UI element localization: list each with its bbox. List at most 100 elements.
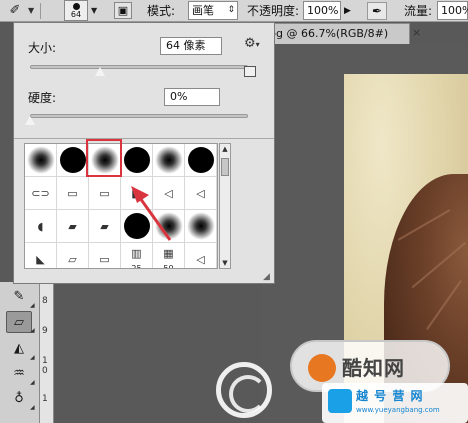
opacity-field[interactable]: 100% [303, 1, 341, 20]
brush-preset-17[interactable] [153, 210, 185, 243]
brush-icon[interactable]: ✎ [6, 286, 32, 308]
watermark-site: 越 号 营 网 www.yueyangbang.com [322, 383, 468, 423]
brush-tip-icon: ▭ [99, 253, 110, 266]
flow-value: 100% [441, 4, 468, 17]
size-field[interactable]: 64 像素 [160, 37, 222, 55]
flow-field[interactable]: 100% [437, 1, 468, 20]
new-preset-icon[interactable] [244, 66, 256, 77]
brush-tip-icon: ▰ [100, 220, 109, 233]
hardness-slider-thumb[interactable] [25, 116, 35, 125]
brush-preset-10[interactable]: ◣ [121, 177, 153, 210]
brush-preset-12[interactable]: ◁ [185, 177, 217, 210]
brush-tip-icon: ◣ [132, 187, 141, 200]
brush-preset-4[interactable] [121, 144, 153, 177]
soft-round-brush-icon [186, 212, 215, 240]
brush-preset-6[interactable] [185, 144, 217, 177]
resize-grip-icon[interactable]: ◢ [263, 272, 270, 282]
brush-preset-24[interactable]: ◁ [185, 243, 217, 268]
brush-tip-icon: ◣ [36, 253, 45, 266]
brush-preset-14[interactable]: ▰ [57, 210, 89, 243]
brush-tip-icon: ▭ [99, 187, 110, 200]
mode-select[interactable]: 画笔 ⇕ [188, 1, 238, 20]
brush-preset-20[interactable]: ▱ [57, 243, 89, 268]
eraser-icon[interactable]: ✐ [4, 2, 26, 19]
chevron-down-icon[interactable]: ▼ [91, 6, 97, 15]
brush-preset-16[interactable] [121, 210, 153, 243]
flyout-indicator: ◢ [30, 327, 35, 334]
dodge-icon[interactable]: ♁ [6, 388, 32, 410]
brush-tip-icon: ▦ [163, 247, 174, 260]
brush-preset-8[interactable]: ▭ [57, 177, 89, 210]
brush-preset-21[interactable]: ▭ [89, 243, 121, 268]
brush-preset-7[interactable]: ⊂⊃ [25, 177, 57, 210]
brush-preset-15[interactable]: ▰ [89, 210, 121, 243]
brush-preset-19[interactable]: ◣ [25, 243, 57, 268]
brush-preset-18[interactable] [185, 210, 217, 243]
flyout-indicator: ◢ [30, 379, 35, 386]
hard-round-brush-icon [187, 147, 214, 173]
opacity-label: 不透明度: [247, 4, 300, 18]
brush-preset-2[interactable] [57, 144, 89, 177]
brush-tip-icon: ◁ [196, 187, 205, 200]
blur-icon[interactable]: ♒ [6, 363, 32, 385]
brush-tip-icon: ▥ [131, 247, 142, 260]
size-slider-thumb[interactable] [94, 67, 105, 76]
scrollbar-thumb[interactable] [221, 158, 229, 176]
scroll-down-icon[interactable]: ▼ [220, 259, 230, 267]
flyout-indicator: ◢ [30, 404, 35, 411]
gear-glyph: ⚙ [244, 36, 256, 51]
ruler-tick: 0 [42, 366, 48, 376]
hardness-label: 硬度: [28, 91, 57, 105]
flow-label: 流量: [404, 4, 433, 18]
mode-label: 模式: [147, 4, 176, 18]
brush-tip-icon: ▰ [68, 220, 77, 233]
airbrush-icon[interactable]: ✒ [367, 2, 387, 20]
brush-preset-9[interactable]: ▭ [89, 177, 121, 210]
soft-round-brush-icon [154, 146, 183, 174]
preset-scrollbar[interactable]: ▲ ▼ [219, 143, 231, 269]
brush-tip-icon [72, 3, 80, 10]
mode-value: 画笔 [192, 4, 214, 17]
document-tab-title: pg @ 66.7%(RGB/8#) [269, 27, 389, 40]
spinner-icon: ⇕ [227, 5, 235, 15]
opacity-dropdown-icon[interactable]: ▶ [344, 3, 351, 19]
options-bar: ✐ ▼ 64 ▼ ▣ 模式: 画笔 ⇕ 不透明度: 100% ▶ ✒ 流量: 1… [0, 0, 468, 22]
divider [40, 3, 41, 19]
brush-preset-picker-button[interactable]: 64 [64, 0, 88, 21]
flyout-indicator: ◢ [30, 354, 35, 361]
watermark-swirl-logo [216, 362, 272, 418]
brush-preset-size-label: 50 [163, 264, 174, 269]
hard-round-brush-icon [59, 147, 86, 173]
brush-preset-5[interactable] [153, 144, 185, 177]
brush-preset-13[interactable]: ◖ [25, 210, 57, 243]
brush-size-readout: 64 [70, 10, 82, 19]
scroll-up-icon[interactable]: ▲ [220, 145, 230, 153]
brush-tip-icon: ▭ [67, 187, 78, 200]
soft-round-brush-icon [26, 146, 55, 174]
soft-round-brush-icon [154, 212, 183, 240]
brush-preset-11[interactable]: ◁ [153, 177, 185, 210]
brush-tip-icon: ◁ [196, 253, 205, 266]
gear-icon[interactable]: ⚙▾ [244, 36, 260, 51]
brush-panel-icon[interactable]: ▣ [114, 2, 132, 19]
ruler-tick: 1 [42, 356, 48, 366]
tool-preset-dropdown-icon[interactable]: ▼ [28, 6, 34, 15]
close-icon[interactable]: × [412, 26, 421, 39]
hardness-field[interactable]: 0% [164, 88, 220, 106]
brush-tip-icon: ◖ [37, 220, 44, 233]
watermark-emblem-icon [308, 354, 336, 382]
hardness-slider[interactable] [30, 114, 248, 118]
eraser-icon[interactable]: ▱ [6, 311, 32, 333]
watermark-site-url: www.yueyangbang.com [356, 406, 440, 414]
brush-preset-picker: 大小: 64 像素 ⚙▾ 硬度: 0% ⊂⊃ ▭ ▭ ◣ ◁ ◁ ◖ ▰ ▰ ◣ ▱ ▭ ▥ 25 ▦ 50 ◁… [13, 22, 275, 284]
brush-preset-22[interactable]: ▥ 25 [121, 243, 153, 268]
brush-tip-icon: ⊂⊃ [31, 187, 50, 200]
ruler-tick: 9 [42, 326, 48, 336]
brush-preset-23[interactable]: ▦ 50 [153, 243, 185, 269]
paint-bucket-icon[interactable]: ◭ [6, 338, 32, 360]
brush-preset-1[interactable] [25, 144, 57, 177]
divider [14, 138, 274, 139]
hard-round-brush-icon [123, 147, 150, 173]
flyout-indicator: ◢ [30, 302, 35, 309]
size-slider[interactable] [30, 65, 248, 69]
